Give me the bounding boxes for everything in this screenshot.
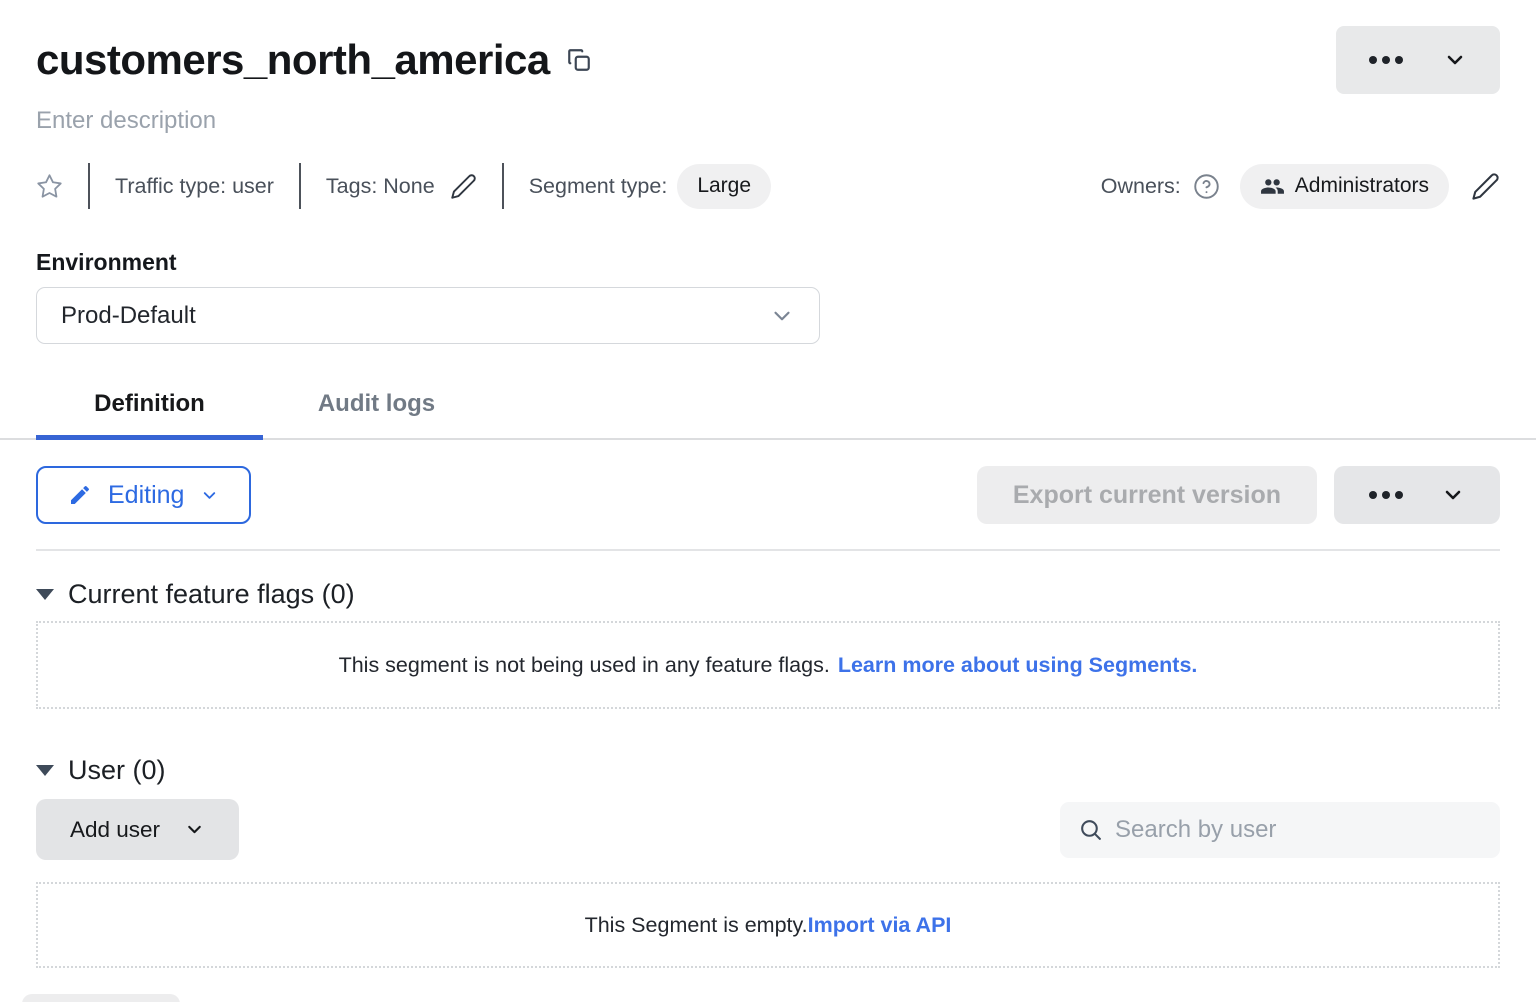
partial-bottom-button[interactable] (22, 994, 180, 1002)
owners-label: Owners: (1101, 174, 1181, 199)
owners-badge[interactable]: Administrators (1240, 164, 1449, 209)
environment-selected-value: Prod-Default (61, 302, 196, 330)
ellipsis-icon (1369, 56, 1403, 64)
chevron-down-icon (184, 819, 205, 840)
search-by-user-input[interactable] (1115, 816, 1482, 844)
segment-type-label: Segment type: (529, 174, 668, 199)
header-more-menu-button[interactable] (1336, 26, 1500, 94)
segment-detail-page: customers_north_america Enter descriptio… (0, 0, 1536, 1002)
add-user-label: Add user (70, 817, 160, 843)
divider (36, 549, 1500, 551)
learn-more-link[interactable]: Learn more about using Segments. (838, 653, 1198, 677)
tags-label: Tags: None (326, 174, 435, 199)
chevron-down-icon (769, 303, 795, 329)
owners-group: Owners: Administrators (1101, 164, 1500, 209)
help-icon[interactable] (1193, 173, 1220, 200)
user-section-title: User (0) (68, 755, 166, 786)
chevron-down-icon (1441, 483, 1465, 507)
segment-empty-text: This Segment is empty. (585, 913, 808, 937)
import-via-api-link[interactable]: Import via API (808, 913, 952, 937)
traffic-type-label: Traffic type: user (115, 174, 274, 199)
edit-tags-icon[interactable] (450, 173, 477, 200)
environment-select[interactable]: Prod-Default (36, 287, 820, 344)
search-by-user-box (1060, 802, 1500, 858)
divider (502, 163, 504, 209)
star-icon[interactable] (36, 173, 63, 200)
editing-mode-button[interactable]: Editing (36, 466, 251, 524)
user-empty-state: This Segment is empty.Import via API (36, 882, 1500, 968)
search-icon (1078, 817, 1103, 842)
feature-flags-empty-text: This segment is not being used in any fe… (339, 653, 830, 677)
user-controls-row: Add user (36, 799, 1500, 860)
feature-flags-section-header[interactable]: Current feature flags (0) (36, 579, 1500, 610)
meta-row: Traffic type: user Tags: None Segment ty… (36, 163, 1500, 209)
title-row: customers_north_america (36, 0, 1500, 94)
pencil-icon (68, 483, 92, 507)
copy-icon[interactable] (566, 47, 592, 73)
description-field[interactable]: Enter description (36, 107, 1500, 135)
definition-toolbar: Editing Export current version (36, 466, 1500, 524)
feature-flags-empty-state: This segment is not being used in any fe… (36, 621, 1500, 709)
people-icon (1260, 174, 1285, 199)
collapse-triangle-icon (36, 765, 54, 776)
tab-definition[interactable]: Definition (36, 376, 263, 438)
export-current-version-button[interactable]: Export current version (977, 466, 1317, 524)
ellipsis-icon (1369, 491, 1403, 499)
editing-label: Editing (108, 481, 184, 510)
divider (299, 163, 301, 209)
owners-value: Administrators (1295, 174, 1429, 198)
chevron-down-icon (1443, 48, 1467, 72)
user-section-header[interactable]: User (0) (36, 755, 1500, 786)
feature-flags-section-title: Current feature flags (0) (68, 579, 355, 610)
toolbar-more-menu-button[interactable] (1334, 466, 1500, 524)
collapse-triangle-icon (36, 589, 54, 600)
tab-bar: Definition Audit logs (0, 376, 1536, 440)
tab-audit-logs[interactable]: Audit logs (263, 376, 490, 438)
environment-label: Environment (36, 249, 1500, 276)
add-user-button[interactable]: Add user (36, 799, 239, 860)
page-title: customers_north_america (36, 37, 550, 83)
segment-type-badge: Large (677, 164, 771, 209)
edit-owners-icon[interactable] (1471, 172, 1500, 201)
divider (88, 163, 90, 209)
chevron-down-icon (200, 486, 219, 505)
